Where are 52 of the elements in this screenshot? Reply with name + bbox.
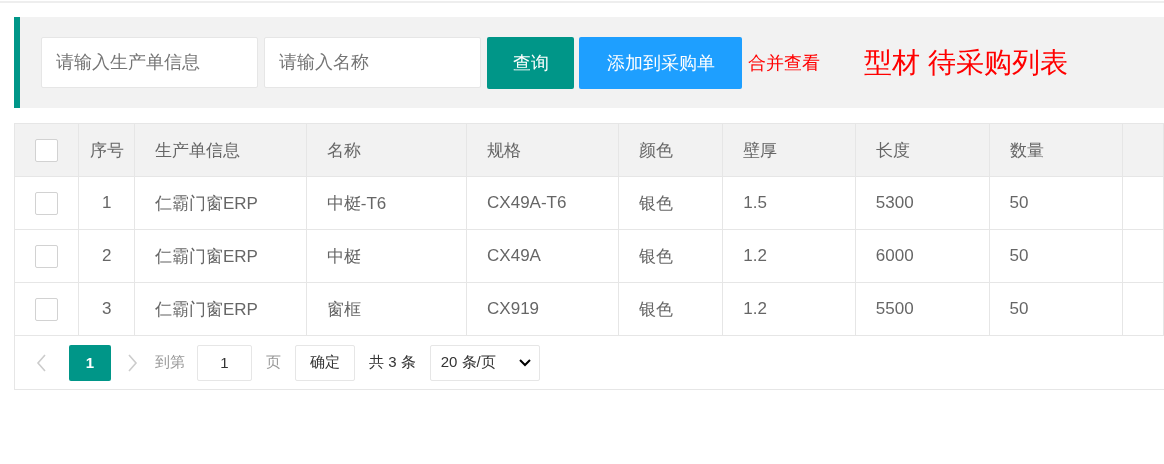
- table-cell: 仁霸门窗ERP: [134, 229, 307, 283]
- table-cell: 银色: [618, 229, 723, 283]
- table-cell: 6000: [855, 229, 989, 283]
- column-header: 序号: [78, 124, 135, 177]
- caret-icon: [518, 358, 531, 367]
- table-cell: 2: [78, 229, 135, 283]
- search-field[interactable]: 请输入名称: [264, 37, 481, 88]
- table-cell: 银色: [618, 282, 723, 336]
- merge-link[interactable]: 合并查看: [748, 50, 820, 75]
- table-cell: 1.5: [722, 176, 856, 230]
- prev-page-icon[interactable]: [35, 352, 49, 373]
- table-cell: 窗框: [306, 282, 467, 336]
- table-cell: 中梃: [306, 229, 467, 283]
- table-cell: 银色: [618, 176, 723, 230]
- column-header: 名称: [306, 124, 467, 177]
- table-cell: 50: [989, 282, 1123, 336]
- table-cell: CX919: [466, 282, 619, 336]
- page-unit-label: 页: [266, 353, 281, 372]
- query-button[interactable]: 查询: [487, 36, 574, 89]
- page-title: 型材 待采购列表: [864, 45, 1068, 80]
- total-count: 共 3 条: [369, 353, 416, 372]
- table-cell: 1: [78, 176, 135, 230]
- confirm-button[interactable]: 确定: [295, 344, 355, 381]
- table-cell: 5500: [855, 282, 989, 336]
- column-header: 数量: [989, 124, 1123, 177]
- search-field[interactable]: 请输入生产单信息: [41, 37, 258, 88]
- table-cell: 1.2: [722, 282, 856, 336]
- checkbox[interactable]: [35, 138, 59, 162]
- goto-label: 到第: [155, 353, 185, 372]
- checkbox[interactable]: [35, 191, 59, 215]
- column-header: 生产单信息: [134, 124, 307, 177]
- page-button[interactable]: 1: [69, 344, 111, 381]
- checkbox[interactable]: [35, 244, 59, 268]
- checkbox[interactable]: [35, 297, 59, 321]
- table-cell: CX49A: [466, 229, 619, 283]
- page-input[interactable]: 1: [197, 344, 252, 381]
- table-cell: 中梃-T6: [306, 176, 467, 230]
- column-header: 颜色: [618, 124, 723, 177]
- table-cell: 5300: [855, 176, 989, 230]
- table-cell: 50: [989, 229, 1123, 283]
- table-cell: 仁霸门窗ERP: [134, 176, 307, 230]
- table-cell: 50: [989, 176, 1123, 230]
- next-page-icon[interactable]: [125, 352, 139, 373]
- add-button[interactable]: 添加到采购单: [579, 36, 742, 89]
- table-cell: 3: [78, 282, 135, 336]
- table-cell: 仁霸门窗ERP: [134, 282, 307, 336]
- column-header: 壁厚: [722, 124, 856, 177]
- column-header: 规格: [466, 124, 619, 177]
- table-cell: CX49A-T6: [466, 176, 619, 230]
- page-size-select[interactable]: 20 条/页: [429, 344, 540, 381]
- table-cell: 1.2: [722, 229, 856, 283]
- column-header: 长度: [855, 124, 989, 177]
